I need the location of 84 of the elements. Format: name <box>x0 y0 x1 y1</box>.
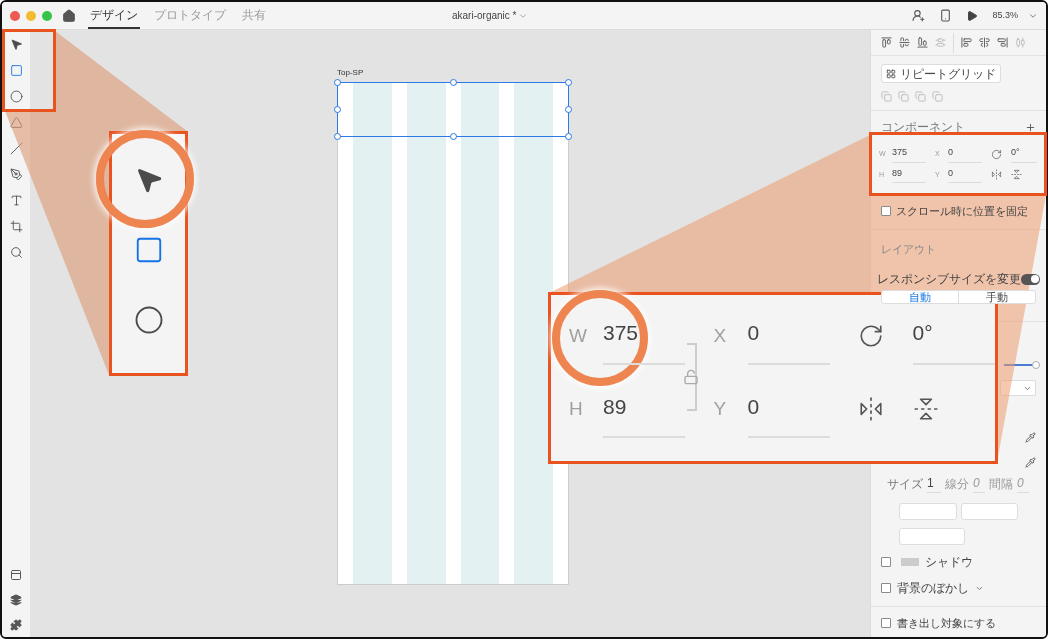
repeat-grid-button[interactable]: リピートグリッド <box>881 64 1001 83</box>
layers-icon[interactable] <box>10 594 22 606</box>
document-title: akari-organic * <box>452 9 517 23</box>
toggle-label: レスポンシブサイズを変更 <box>877 271 1021 288</box>
segment-button[interactable]: 自動 <box>882 291 958 303</box>
checkbox[interactable] <box>881 206 891 216</box>
field-label: Y <box>713 397 728 421</box>
field-label: X <box>713 323 728 348</box>
value-field[interactable]: 89 <box>603 380 685 438</box>
toggle-switch[interactable] <box>1021 273 1040 285</box>
gap-label: 間隔 <box>989 475 1013 493</box>
value-field[interactable]: 375 <box>603 307 685 365</box>
assets-icon[interactable] <box>10 569 22 581</box>
zoom-tool-icon[interactable] <box>9 246 23 259</box>
checkbox-label: 背景のぼかし <box>897 580 969 597</box>
eyedropper-icon[interactable] <box>1025 457 1036 468</box>
resize-handle[interactable] <box>450 133 457 140</box>
invite-user-icon[interactable] <box>912 9 926 22</box>
section-heading: レイアウト <box>881 243 936 255</box>
polygon-tool-icon[interactable] <box>9 116 23 129</box>
checkbox-label: スクロール時に位置を固定 <box>896 203 1028 219</box>
field-label: H <box>569 397 584 421</box>
flip-vertical-icon[interactable] <box>1011 169 1022 181</box>
field-label: W <box>569 323 588 348</box>
resize-handle[interactable] <box>450 79 457 86</box>
align-left-icon[interactable] <box>961 37 972 48</box>
selection-frame[interactable] <box>337 82 569 137</box>
align-middle-icon[interactable] <box>899 37 910 48</box>
maximize-button[interactable] <box>42 10 52 21</box>
shadow-swatch[interactable] <box>901 558 919 566</box>
zoom-level[interactable]: 85.3% <box>992 8 1018 23</box>
rectangle-tool-icon[interactable] <box>9 64 23 77</box>
rotation-icon <box>991 148 1002 160</box>
align-right-icon[interactable] <box>997 37 1008 48</box>
flip-vertical-icon[interactable] <box>912 396 939 423</box>
resize-handle[interactable] <box>565 79 572 86</box>
stroke-size-field[interactable]: 1 <box>927 474 941 493</box>
rotation-icon <box>858 322 884 349</box>
value-field[interactable]: 0 <box>747 380 830 438</box>
rotation-field[interactable]: 0° <box>912 307 995 365</box>
line-tool-icon[interactable] <box>9 142 23 155</box>
flip-horizontal-icon[interactable] <box>991 169 1002 181</box>
resize-handle[interactable] <box>334 133 341 140</box>
plugins-icon[interactable] <box>10 619 22 631</box>
align-center-icon[interactable] <box>979 37 990 48</box>
pen-tool-icon[interactable] <box>9 168 23 181</box>
phone-preview-icon[interactable] <box>939 9 953 22</box>
close-button[interactable] <box>10 10 20 21</box>
eyedropper-icon[interactable] <box>1025 432 1036 443</box>
slider-thumb[interactable] <box>1032 361 1040 369</box>
grid-icon <box>886 68 896 79</box>
rotation-field[interactable]: 0° <box>1011 146 1037 163</box>
value-field[interactable]: 89 <box>892 166 926 183</box>
checkbox-label: 書き出し対象にする <box>897 616 996 631</box>
value-field[interactable]: 375 <box>892 146 926 163</box>
checkbox-label: シャドウ <box>925 554 973 571</box>
flip-horizontal-icon[interactable] <box>858 396 884 423</box>
artboard-title: Top-SP <box>337 67 364 79</box>
value-field[interactable]: 0 <box>948 166 982 183</box>
resize-handle[interactable] <box>334 79 341 86</box>
value-field[interactable]: 0 <box>747 307 830 365</box>
resize-handle[interactable] <box>334 106 341 113</box>
select-tool-icon[interactable] <box>9 38 23 51</box>
segment-button[interactable]: 手動 <box>958 291 1035 303</box>
link-bracket <box>687 343 697 411</box>
play-icon[interactable] <box>966 9 979 22</box>
value-field[interactable]: 0 <box>948 146 982 163</box>
resize-handle[interactable] <box>565 106 572 113</box>
align-bottom-icon[interactable] <box>917 37 928 48</box>
unlock-icon[interactable] <box>683 369 699 385</box>
ellipse-tool-icon[interactable] <box>9 90 23 103</box>
section-heading: コンポーネント <box>881 119 965 136</box>
home-icon[interactable] <box>62 8 76 23</box>
dropdown[interactable] <box>1000 380 1036 396</box>
add-icon[interactable] <box>1025 121 1036 133</box>
resize-handle[interactable] <box>565 133 572 140</box>
checkbox[interactable] <box>881 618 891 629</box>
dash-label: 線分 <box>945 475 969 493</box>
checkbox[interactable] <box>881 583 891 593</box>
ellipse-tool-icon[interactable] <box>133 305 164 335</box>
stroke-size-label: サイズ <box>887 475 923 493</box>
align-top-icon[interactable] <box>881 37 892 48</box>
text-tool-icon[interactable] <box>9 194 23 207</box>
checkbox[interactable] <box>881 557 891 567</box>
